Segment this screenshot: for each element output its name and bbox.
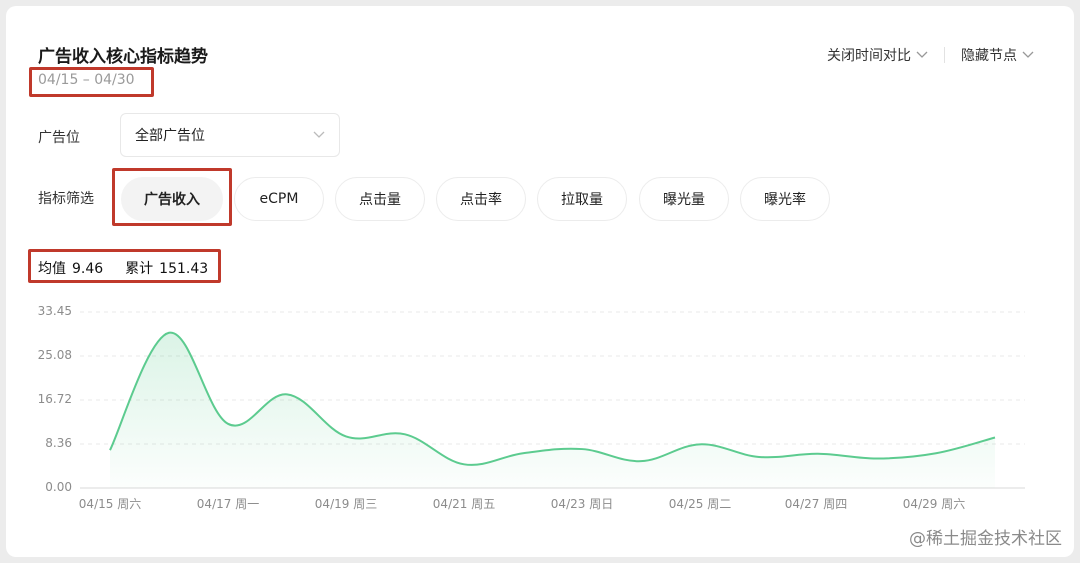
x-tick-label: 04/17 周一 [196,497,260,511]
x-tick-label: 04/21 周五 [432,497,496,511]
watermark: @稀土掘金技术社区 [909,529,1062,549]
x-tick-label: 04/25 周二 [668,497,732,511]
x-tick-label: 04/23 周日 [550,497,614,511]
x-tick-label: 04/15 周六 [78,497,142,511]
trend-chart [80,311,1025,489]
x-tick-label: 04/19 周三 [314,497,378,511]
x-tick-label: 04/29 周六 [902,497,966,511]
x-tick-label: 04/27 周四 [784,497,848,511]
